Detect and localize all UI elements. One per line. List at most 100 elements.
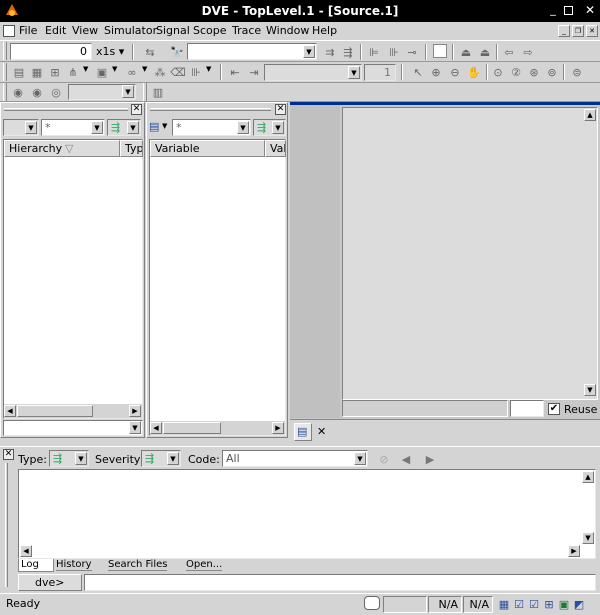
variable-signal-filter[interactable]: ⇶ ▼ [253, 119, 286, 136]
toolbar-grip[interactable] [3, 63, 7, 81]
connect-icon[interactable]: ⁂ [152, 64, 168, 80]
tab-open[interactable]: Open... [186, 559, 223, 571]
find-prev-icon[interactable]: ⇆ [142, 44, 158, 60]
close-window-button[interactable]: ✕ [583, 3, 597, 17]
status-grid-icon[interactable]: ▦ [496, 596, 512, 612]
step-forward-icon[interactable]: ⊫ [366, 44, 382, 60]
find-dropdown-icon[interactable]: ▼ [303, 45, 315, 58]
table-icon[interactable]: ▥ [150, 84, 166, 100]
scroll-right-icon[interactable]: ▶ [129, 405, 141, 417]
zoom-fit-icon[interactable]: ⊙ [490, 64, 506, 80]
status-list-icon[interactable]: ☑ [526, 596, 542, 612]
source-vscrollbar[interactable]: ▲ ▼ [583, 108, 597, 399]
menu-window[interactable]: Window [266, 24, 309, 37]
scroll-thumb[interactable] [17, 405, 93, 417]
hierarchy-icon[interactable]: ⊞ [47, 64, 63, 80]
next-message-icon[interactable]: ▶ [422, 451, 438, 467]
find-all-icon[interactable]: ⇶ [340, 44, 356, 60]
step-into-icon[interactable]: ⊸ [404, 44, 420, 60]
dropdown-icon[interactable]: ▼ [237, 121, 249, 134]
menu-simulator[interactable]: Simulator [104, 24, 157, 37]
status-network-icon[interactable]: ⊞ [541, 596, 557, 612]
menu-help[interactable]: Help [312, 24, 337, 37]
hierarchy-tree[interactable]: Hierarchy ▽ Typ ◀ ▶ [3, 139, 143, 419]
zoom-2-icon[interactable]: ② [508, 64, 524, 80]
time-unit-select[interactable]: x1s ▾ [96, 45, 124, 58]
time-input[interactable]: 0 [10, 43, 92, 60]
tree-icon[interactable]: ⋔ [65, 64, 81, 80]
hierarchy-close-icon[interactable]: ✕ [131, 104, 142, 115]
scope-select[interactable]: ▼ [68, 84, 136, 100]
chip-icon[interactable]: ▦ [29, 64, 45, 80]
variable-close-icon[interactable]: ✕ [275, 104, 286, 115]
zoom-full-icon[interactable]: ⊜ [569, 64, 585, 80]
document-menu-icon[interactable] [3, 25, 15, 37]
status-check-icon[interactable]: ☑ [511, 596, 527, 612]
menu-signal[interactable]: Signal [156, 24, 190, 37]
hierarchy-bottom-select[interactable]: ▼ [3, 420, 143, 436]
dropdown-icon[interactable]: ▼ [25, 121, 37, 134]
document-icon[interactable] [433, 44, 447, 58]
variable-list[interactable]: Variable Val ◀ ▶ [149, 139, 286, 436]
menu-scope[interactable]: Scope [193, 24, 227, 37]
menu-file[interactable]: File [19, 24, 37, 37]
code-select[interactable]: All ▼ [222, 450, 368, 467]
dropdown-icon[interactable]: ▼ [167, 452, 179, 465]
scroll-up-icon[interactable]: ▲ [584, 109, 596, 121]
frame-icon[interactable]: ▣ [94, 64, 110, 80]
toolbar-grip[interactable] [143, 83, 147, 101]
stack-down-icon[interactable]: ⏏ [477, 44, 493, 60]
source-tab-close-icon[interactable]: ✕ [317, 425, 326, 438]
source-line-input[interactable] [510, 400, 544, 417]
type-select[interactable]: ⇶ ▼ [49, 450, 89, 467]
mdi-close-button[interactable]: ✕ [586, 25, 598, 37]
hierarchy-filter-input[interactable]: * ▼ [41, 119, 105, 136]
source-editor[interactable]: ▲ ▼ [342, 107, 598, 400]
scope-dropdown-icon[interactable]: ▼ [122, 85, 134, 98]
variable-filter-input[interactable]: * ▼ [172, 119, 251, 136]
column-header-type[interactable]: Typ [120, 140, 143, 157]
signal-dropdown-icon[interactable]: ▼ [348, 66, 360, 79]
toolbar-grip[interactable] [3, 83, 7, 101]
hierarchy-signal-filter[interactable]: ⇶ ▼ [107, 119, 141, 136]
scroll-left-icon[interactable]: ◀ [150, 422, 162, 434]
scroll-right-icon[interactable]: ▶ [272, 422, 284, 434]
dropdown-icon[interactable]: ▼ [75, 452, 87, 465]
glasses-dropdown-icon[interactable]: ▼ [142, 65, 147, 73]
find-input[interactable]: ▼ [187, 43, 317, 60]
eraser-icon[interactable]: ⌫ [170, 64, 186, 80]
source-tab[interactable]: ▤ [294, 423, 312, 441]
tree-dropdown-icon[interactable]: ▼ [83, 65, 88, 73]
bus-dropdown-icon[interactable]: ▼ [206, 65, 211, 73]
mdi-restore-button[interactable]: ❐ [572, 25, 584, 37]
menu-view[interactable]: View [72, 24, 98, 37]
log-vscrollbar[interactable]: ▲ ▼ [581, 470, 595, 545]
zoom-area-icon[interactable]: ⊚ [544, 64, 560, 80]
nav-up-icon[interactable]: ◉ [29, 84, 45, 100]
step-over-icon[interactable]: ⊪ [386, 44, 402, 60]
dropdown-icon[interactable]: ▼ [162, 122, 167, 130]
menu-trace[interactable]: Trace [232, 24, 261, 37]
dropdown-icon[interactable]: ▼ [127, 121, 139, 134]
status-chart-icon[interactable]: ◩ [571, 596, 587, 612]
stack-up-icon[interactable]: ⏏ [458, 44, 474, 60]
trace-forward-icon[interactable]: ⇥ [246, 64, 262, 80]
nav-home-icon[interactable]: ◎ [48, 84, 64, 100]
glasses-icon[interactable]: ∞ [124, 64, 140, 80]
scroll-down-icon[interactable]: ▼ [584, 384, 596, 396]
minimize-button[interactable]: _ [546, 4, 560, 18]
list-icon[interactable]: ▤ [11, 64, 27, 80]
column-header-value[interactable]: Val [265, 140, 286, 157]
dropdown-icon[interactable]: ▼ [272, 121, 284, 134]
scroll-right-icon[interactable]: ▶ [568, 545, 580, 557]
pointer-icon[interactable]: ↖ [410, 64, 426, 80]
find-next-icon[interactable]: ⇉ [322, 44, 338, 60]
dropdown-icon[interactable]: ▼ [354, 452, 366, 465]
speech-bubble-icon[interactable] [364, 596, 380, 610]
scroll-up-icon[interactable]: ▲ [582, 471, 594, 483]
trace-back-icon[interactable]: ⇤ [227, 64, 243, 80]
toolbar-grip[interactable] [3, 42, 7, 60]
log-output[interactable]: ▲ ▼ ◀ ▶ [18, 469, 596, 559]
tab-search-files[interactable]: Search Files [108, 559, 168, 571]
menu-edit[interactable]: Edit [45, 24, 66, 37]
